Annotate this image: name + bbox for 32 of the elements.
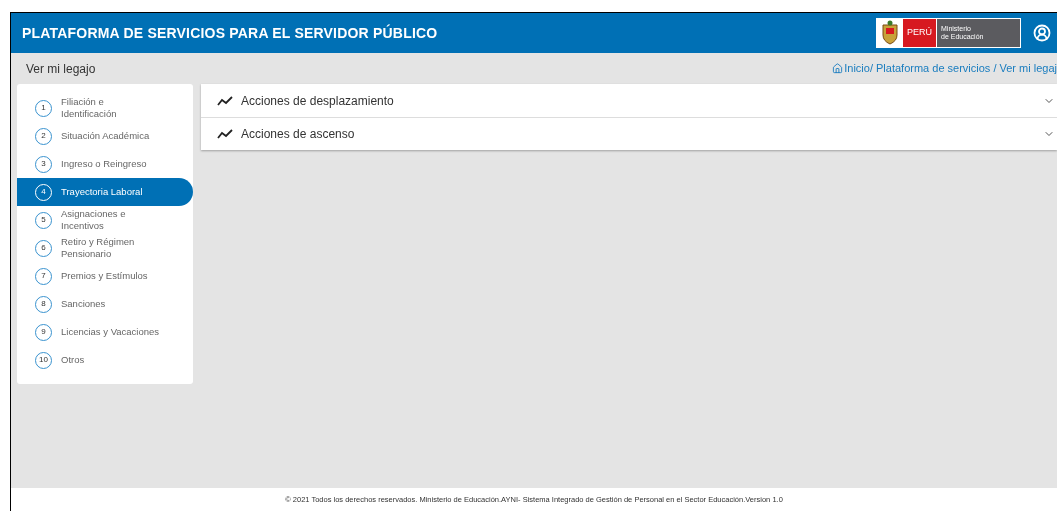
user-account-icon[interactable] xyxy=(1033,24,1051,42)
sidebar-item-label: Retiro y Régimen Pensionario xyxy=(61,236,136,260)
sidebar-item-label: Sanciones xyxy=(61,298,107,310)
page-title: Ver mi legajo xyxy=(26,60,96,78)
sidebar-item-label: Otros xyxy=(61,354,86,366)
breadcrumb-link[interactable]: Inicio/ Plataforma de servicios / Ver mi legaj xyxy=(832,60,1057,77)
sidebar-item-label: Premios y Estímulos xyxy=(61,270,149,282)
sidebar-item[interactable]: 5 Asignaciones e Incentivos xyxy=(17,206,193,234)
home-icon xyxy=(832,63,844,74)
sidebar-item[interactable]: 10 Otros xyxy=(17,346,193,374)
sidebar-item[interactable]: 8 Sanciones xyxy=(17,290,193,318)
accordion-header[interactable]: Acciones de ascenso xyxy=(201,117,1057,150)
sidebar-item-label: Situación Académica xyxy=(61,130,151,142)
sidebar-item-label: Trayectoria Laboral xyxy=(61,186,144,198)
country-label: PERÚ xyxy=(903,19,936,47)
sidebar-item[interactable]: 4 Trayectoria Laboral xyxy=(17,178,193,206)
sidebar-item[interactable]: 1 Filiación e Identificación xyxy=(17,94,193,122)
accordion-title: Acciones de desplazamiento xyxy=(241,92,395,110)
sidebar-item-label: Asignaciones e Incentivos xyxy=(61,208,127,232)
sidebar-item-label: Ingreso o Reingreso xyxy=(61,158,148,170)
sidebar-item[interactable]: 9 Licencias y Vacaciones xyxy=(17,318,193,346)
sidebar-item[interactable]: 6 Retiro y Régimen Pensionario xyxy=(17,234,193,262)
sidebar-item[interactable]: 7 Premios y Estímulos xyxy=(17,262,193,290)
sidebar-item-label: Filiación e Identificación xyxy=(61,96,118,120)
sidebar-item[interactable]: 3 Ingreso o Reingreso xyxy=(17,150,193,178)
trend-line-icon xyxy=(217,129,233,139)
sidebar-item-label: Licencias y Vacaciones xyxy=(61,326,161,338)
accordion-header[interactable]: Acciones de desplazamiento xyxy=(201,84,1057,117)
trend-line-icon xyxy=(217,95,233,106)
accordion-title: Acciones de ascenso xyxy=(241,126,356,143)
sidebar-item[interactable]: 2 Situación Académica xyxy=(17,122,193,150)
app-title: PLATAFORMA DE SERVICIOS PARA EL SERVIDOR PÚBLICO xyxy=(22,23,438,43)
